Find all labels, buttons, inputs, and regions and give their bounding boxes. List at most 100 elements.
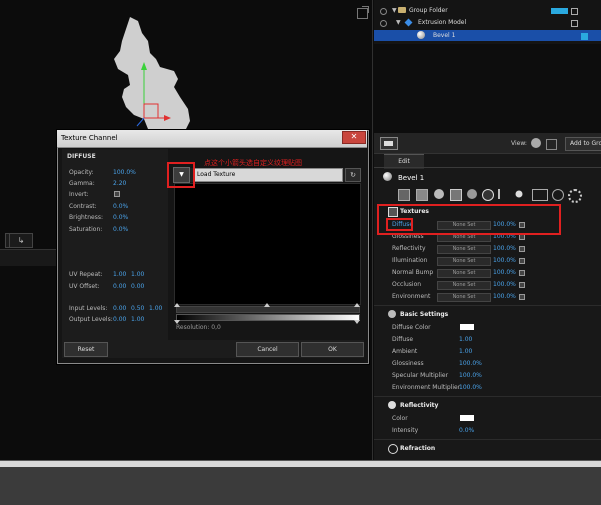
material-name: Bevel 1 — [398, 174, 425, 182]
property-value[interactable]: 100.0% — [459, 384, 482, 391]
add-to-group-button[interactable]: Add to Grou — [565, 137, 601, 151]
input-level-low[interactable]: 0.00 — [113, 305, 126, 312]
property-value[interactable]: 100.0% — [459, 360, 482, 367]
load-texture-field[interactable]: Load Texture — [193, 168, 343, 182]
align-tool-button[interactable]: ↳ — [9, 233, 33, 248]
timeline-bar — [0, 460, 601, 505]
field-label: Output Levels: — [69, 316, 113, 323]
field-label: Gamma: — [69, 180, 95, 187]
texture-slot-button[interactable]: None Set — [437, 269, 491, 278]
texture-slot-button[interactable]: None Set — [437, 281, 491, 290]
texture-enable-checkbox[interactable] — [519, 294, 525, 300]
dialog-title: Texture Channel — [61, 134, 118, 142]
brightness-value[interactable]: 0.0% — [113, 214, 128, 221]
visibility-icon[interactable] — [380, 8, 387, 15]
texture-amount[interactable]: 100.0% — [493, 245, 516, 252]
output-level-high[interactable]: 1.00 — [131, 316, 144, 323]
section-divider — [374, 305, 601, 306]
texture-label: Environment — [392, 293, 431, 300]
property-value[interactable]: 0.0% — [459, 427, 474, 434]
texture-label: Reflectivity — [392, 245, 426, 252]
chevron-down-icon[interactable]: ▼ — [392, 5, 397, 16]
transform-gizmo[interactable] — [132, 60, 172, 130]
invert-checkbox[interactable] — [114, 191, 120, 197]
levels-high-handle[interactable] — [354, 303, 360, 307]
texture-amount[interactable]: 100.0% — [493, 281, 516, 288]
section-refraction[interactable]: Refraction — [388, 444, 435, 454]
tab-divider — [374, 167, 601, 168]
property-value[interactable]: 1.00 — [459, 336, 472, 343]
image-icon[interactable] — [450, 189, 462, 201]
visibility-icon[interactable] — [380, 20, 387, 27]
field-label: UV Repeat: — [69, 271, 103, 278]
refraction-icon — [388, 444, 398, 454]
saturation-value[interactable]: 0.0% — [113, 226, 128, 233]
tree-row-group-folder[interactable]: ▼ Group Folder — [374, 5, 601, 16]
contrast-value[interactable]: 0.0% — [113, 203, 128, 210]
output-level-low[interactable]: 0.00 — [113, 316, 126, 323]
toggle-icon[interactable] — [571, 20, 578, 27]
gear-icon[interactable] — [568, 189, 582, 203]
view-sphere-icon[interactable] — [531, 138, 541, 148]
texture-enable-checkbox[interactable] — [519, 258, 525, 264]
property-value[interactable]: 100.0% — [459, 372, 482, 379]
texture-preview — [174, 183, 361, 305]
sphere-dark-icon[interactable] — [467, 189, 477, 199]
section-basic-settings[interactable]: Basic Settings — [388, 310, 448, 318]
field-label: Input Levels: — [69, 305, 108, 312]
section-reflectivity[interactable]: Reflectivity — [388, 401, 438, 409]
close-button[interactable]: ✕ — [342, 131, 366, 144]
tree-row-extrusion-model[interactable]: ▼ Extrusion Model — [374, 17, 601, 28]
open-folder-button[interactable] — [380, 137, 398, 150]
field-label: Invert: — [69, 191, 89, 198]
uv-repeat-v[interactable]: 1.00 — [131, 271, 144, 278]
maximize-viewport-icon[interactable] — [357, 6, 369, 19]
texture-enable-checkbox[interactable] — [519, 282, 525, 288]
input-levels-slider[interactable] — [176, 306, 360, 313]
diffuse-color-swatch[interactable] — [460, 324, 474, 330]
texture-amount[interactable]: 100.0% — [493, 269, 516, 276]
viewport-toolbar-strip — [0, 249, 64, 266]
sphere-icon[interactable] — [434, 189, 444, 199]
output-high-handle[interactable] — [354, 320, 360, 324]
uv-offset-v[interactable]: 0.00 — [131, 283, 144, 290]
texture-amount[interactable]: 100.0% — [493, 293, 516, 300]
opacity-value[interactable]: 100.0% — [113, 169, 136, 176]
texture-slot-button[interactable]: None Set — [437, 293, 491, 302]
reflectivity-color-swatch[interactable] — [460, 415, 474, 421]
toggle-icon[interactable] — [571, 8, 578, 15]
resolution-readout: Resolution: 0,0 — [176, 324, 221, 331]
view-grid-icon[interactable] — [546, 139, 557, 150]
levels-mid-handle[interactable] — [264, 303, 270, 307]
reset-button[interactable]: Reset — [64, 342, 108, 357]
texture-enable-checkbox[interactable] — [519, 270, 525, 276]
reflectivity-icon — [388, 401, 396, 409]
grid-icon[interactable] — [532, 189, 548, 201]
light-icon[interactable] — [515, 190, 523, 198]
gamma-value[interactable]: 2.20 — [113, 180, 126, 187]
globe-icon[interactable] — [552, 189, 564, 201]
input-level-mid[interactable]: 0.50 — [131, 305, 144, 312]
texture-amount[interactable]: 100.0% — [493, 257, 516, 264]
bulb-icon[interactable] — [482, 189, 494, 201]
uv-repeat-u[interactable]: 1.00 — [113, 271, 126, 278]
levels-low-handle[interactable] — [174, 303, 180, 307]
texture-enable-checkbox[interactable] — [519, 246, 525, 252]
section-divider — [374, 396, 601, 397]
pin-icon[interactable] — [498, 189, 510, 199]
property-value[interactable]: 1.00 — [459, 348, 472, 355]
cancel-button[interactable]: Cancel — [236, 342, 299, 357]
tree-row-bevel-1[interactable]: Bevel 1 — [374, 30, 601, 41]
uv-offset-u[interactable]: 0.00 — [113, 283, 126, 290]
input-level-high[interactable]: 1.00 — [149, 305, 162, 312]
material-icon-b[interactable] — [416, 189, 428, 201]
texture-slot-button[interactable]: None Set — [437, 245, 491, 254]
material-icon-a[interactable] — [398, 189, 410, 201]
texture-slot-button[interactable]: None Set — [437, 257, 491, 266]
folder-icon — [398, 7, 406, 13]
chevron-down-icon[interactable]: ▼ — [396, 17, 401, 28]
output-levels-slider[interactable] — [176, 314, 360, 321]
ok-button[interactable]: OK — [301, 342, 364, 357]
layer-color-swatch[interactable] — [551, 8, 568, 14]
refresh-button[interactable]: ↻ — [345, 168, 361, 182]
